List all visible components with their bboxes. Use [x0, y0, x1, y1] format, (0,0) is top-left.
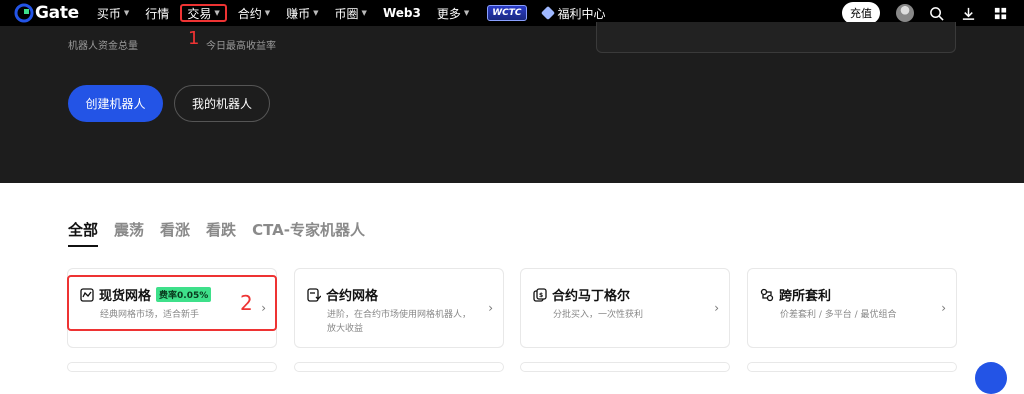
card-spot-grid[interactable]: 现货网格 费率0.05% 经典网格市场，适合新手 2 ›	[67, 268, 277, 348]
gate-logo[interactable]: Gate	[14, 3, 79, 23]
annotation-1: 1	[188, 28, 200, 49]
tab-bullish[interactable]: 看涨	[160, 219, 190, 247]
total-funds-label: 机器人资金总量	[68, 41, 138, 52]
nav-label: 更多	[436, 6, 461, 21]
tab-all[interactable]: 全部	[68, 219, 99, 247]
search-icon[interactable]	[928, 5, 944, 21]
category-tabs: 全部 震荡 看涨 看跌 CTA-专家机器人	[68, 219, 381, 247]
wctc-badge[interactable]: WCTC	[487, 5, 527, 21]
card-desc: 进阶，在合约市场使用网格机器人，放大收益	[327, 310, 472, 334]
nav-label: 币圈	[334, 6, 359, 21]
contract-grid-icon	[307, 287, 321, 302]
nav-futures[interactable]: 合约 ▼	[230, 0, 278, 26]
arbitrage-icon	[760, 288, 774, 301]
tab-range[interactable]: 震荡	[114, 219, 144, 247]
card-cross-exchange-arbitrage[interactable]: 跨所套利 价差套利 / 多平台 / 最优组合 ›	[747, 268, 957, 348]
avatar[interactable]	[896, 4, 914, 22]
cube-icon	[540, 5, 555, 21]
nav-label: Web3	[382, 6, 421, 20]
stats-panel	[596, 22, 956, 53]
support-chat-button[interactable]	[975, 362, 1007, 394]
card-title: 跨所套利	[760, 285, 831, 304]
chevron-down-icon: ▼	[361, 9, 367, 17]
card-row2-partial	[294, 362, 504, 372]
chevron-right-icon: ›	[941, 301, 946, 315]
nav-buy-crypto[interactable]: 买币 ▼	[89, 0, 137, 26]
nav-label: 交易	[187, 6, 212, 21]
chevron-down-icon: ▼	[463, 9, 470, 17]
gate-logo-icon	[14, 3, 34, 23]
logo-text: Gate	[35, 3, 79, 23]
nav-community[interactable]: 币圈 ▼	[327, 0, 375, 26]
card-title-text: 合约网格	[326, 289, 379, 304]
fee-badge: 费率0.05%	[156, 287, 212, 302]
today-max-yield-label: 今日最高收益率	[206, 41, 276, 52]
nav-label: 合约	[237, 6, 262, 21]
chart-line-icon	[80, 287, 94, 302]
card-title: $ 合约马丁格尔	[533, 285, 630, 304]
svg-text:$: $	[539, 292, 543, 299]
nav-markets[interactable]: 行情	[137, 0, 177, 26]
deposit-button[interactable]: 充值	[842, 2, 880, 24]
chevron-down-icon: ▼	[214, 9, 220, 17]
card-row2-partial	[520, 362, 730, 372]
card-title-text: 跨所套利	[779, 289, 832, 304]
card-title-text: 合约马丁格尔	[552, 289, 631, 304]
chevron-right-icon: ›	[261, 301, 266, 315]
chevron-down-icon: ▼	[313, 9, 319, 17]
apps-grid-icon[interactable]	[992, 5, 1008, 21]
nav-earn[interactable]: 赚币 ▼	[278, 0, 326, 26]
chevron-down-icon: ▼	[264, 9, 271, 17]
card-row2-partial	[67, 362, 277, 372]
nav-more[interactable]: 更多 ▼	[429, 0, 477, 26]
nav-label: 行情	[145, 6, 170, 21]
martingale-icon: $	[533, 287, 547, 302]
gift-center-label: 福利中心	[557, 6, 606, 21]
card-title: 合约网格	[307, 285, 378, 304]
card-row2-partial	[747, 362, 957, 372]
card-contract-grid[interactable]: 合约网格 进阶，在合约市场使用网格机器人，放大收益 ›	[294, 268, 504, 348]
my-bots-button[interactable]: 我的机器人	[174, 85, 270, 122]
chevron-right-icon: ›	[488, 301, 493, 315]
card-desc: 价差套利 / 多平台 / 最优组合	[780, 310, 897, 320]
nav-trade[interactable]: 交易 ▼	[180, 4, 227, 22]
hero-section: 机器人资金总量 今日最高收益率 创建机器人 我的机器人	[0, 22, 1024, 183]
chevron-right-icon: ›	[714, 301, 719, 315]
card-desc: 分批买入，一次性获利	[553, 310, 644, 320]
tab-cta[interactable]: CTA-专家机器人	[252, 219, 365, 247]
nav-web3[interactable]: Web3	[375, 0, 429, 26]
card-title-text: 现货网格	[99, 289, 152, 304]
download-icon[interactable]	[960, 5, 976, 21]
nav-label: 赚币	[286, 6, 311, 21]
tab-bearish[interactable]: 看跌	[206, 219, 236, 247]
annotation-2: 2	[240, 291, 253, 315]
nav-label: 买币	[96, 6, 121, 21]
create-bot-button[interactable]: 创建机器人	[68, 85, 163, 122]
gift-center-link[interactable]: 福利中心	[537, 5, 612, 22]
card-title: 现货网格 费率0.05%	[80, 285, 212, 304]
chevron-down-icon: ▼	[123, 9, 130, 17]
card-desc: 经典网格市场，适合新手	[100, 310, 200, 320]
card-contract-martingale[interactable]: $ 合约马丁格尔 分批买入，一次性获利 ›	[520, 268, 730, 348]
